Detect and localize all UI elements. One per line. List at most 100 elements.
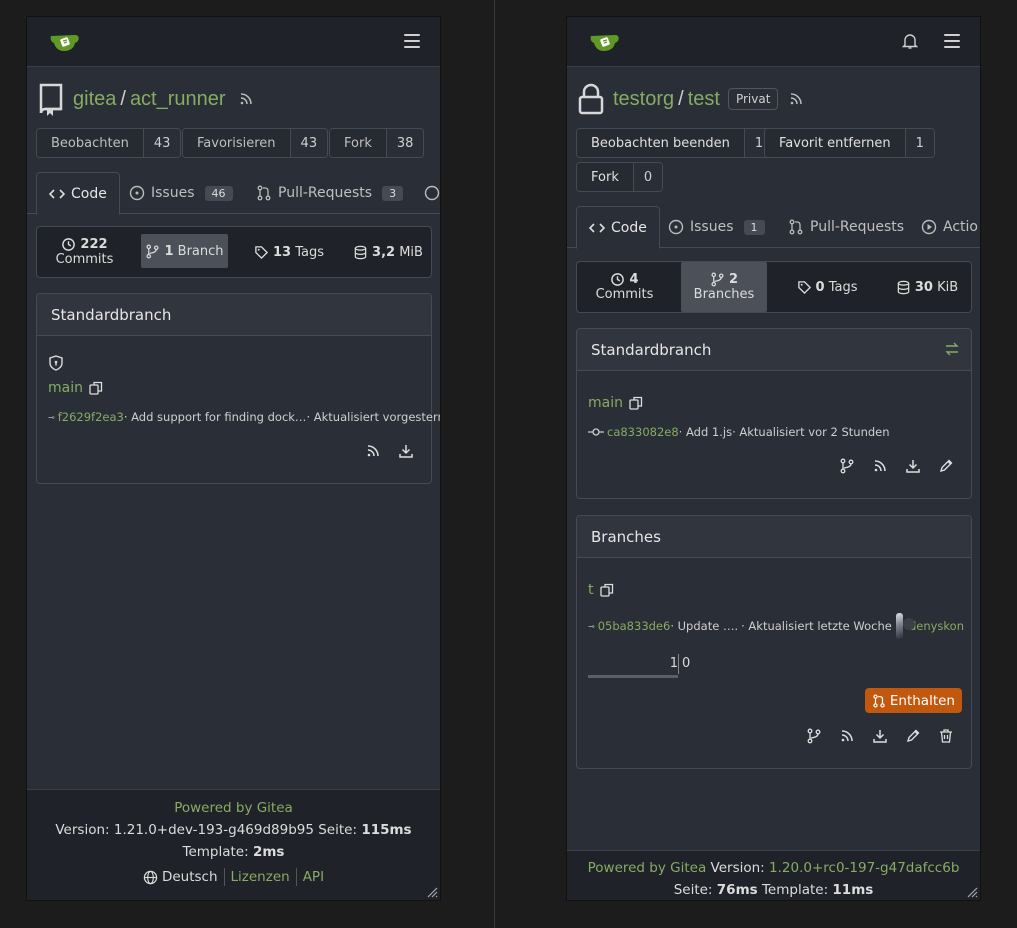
rss-icon[interactable] (365, 443, 381, 459)
commit-message[interactable]: · Add 1.js (679, 425, 732, 439)
commits-stat[interactable]: 4 Commits (577, 262, 672, 312)
fork-button-group[interactable]: Fork 38 (329, 128, 425, 158)
branches-stat[interactable]: 2 Branches (681, 262, 767, 312)
tags-stat[interactable]: 13 Tags (244, 227, 334, 277)
default-branch-title: Standardbranch (591, 340, 712, 359)
fork-button[interactable]: Fork (330, 129, 387, 157)
rss-icon[interactable] (872, 458, 888, 474)
timing-line: Seite: 76ms Template: 11ms (567, 882, 980, 898)
size-stat[interactable]: 30 KiB (883, 262, 971, 312)
tab-issues[interactable]: Issues 1 (668, 206, 765, 248)
branches-box: Branches t ⊸ 05ba833de6 · Update …. · Ak… (576, 515, 972, 769)
trash-icon[interactable] (938, 728, 954, 744)
resize-handle-icon[interactable] (966, 886, 978, 898)
create-branch-icon[interactable] (806, 728, 822, 744)
menu-icon[interactable] (944, 34, 960, 48)
rss-icon[interactable] (788, 91, 804, 107)
watch-button-group[interactable]: Beobachten 43 (36, 128, 182, 158)
commit-sha-link[interactable]: 05ba833de6 (598, 619, 671, 633)
copy-icon[interactable] (599, 583, 614, 597)
tab-issues[interactable]: Issues 46 (129, 172, 233, 214)
tab-code[interactable]: Code (36, 172, 120, 215)
repo-owner-link[interactable]: testorg (613, 88, 674, 111)
star-count[interactable]: 1 (905, 129, 934, 157)
commit-message[interactable]: · Add support for finding dock… (124, 410, 307, 424)
lock-icon (578, 83, 604, 115)
fork-count[interactable]: 0 (633, 163, 663, 191)
commit-updated: · Aktualisiert vorgestern (306, 410, 441, 424)
resize-handle-icon[interactable] (426, 886, 438, 898)
branches-stat[interactable]: 1 Branch (141, 234, 228, 268)
default-branch-name[interactable]: main (588, 395, 643, 411)
branches-header: Branches (577, 516, 971, 558)
unwatch-button-group[interactable]: Beobachten beenden 1 (576, 128, 775, 158)
copy-icon[interactable] (629, 396, 643, 410)
copy-icon[interactable] (89, 381, 103, 395)
gitea-logo-icon[interactable] (589, 31, 621, 53)
default-branch-name[interactable]: main (48, 380, 103, 396)
powered-by-link[interactable]: Powered by Gitea (588, 860, 707, 876)
branch-item-name[interactable]: t (588, 582, 614, 598)
unstar-button-group[interactable]: Favorit entfernen 1 (764, 128, 935, 158)
download-icon[interactable] (398, 443, 414, 459)
default-branch-title: Standardbranch (51, 305, 172, 324)
rss-icon[interactable] (238, 91, 254, 107)
edit-pencil-icon[interactable] (938, 458, 954, 474)
star-button[interactable]: Favorisieren (183, 129, 291, 157)
commit-sha-link[interactable]: ca833082e8 (607, 425, 679, 439)
tags-stat[interactable]: 0 Tags (782, 262, 872, 312)
included-pr-button[interactable]: Enthalten (864, 688, 962, 713)
notification-bell-icon[interactable] (902, 32, 918, 50)
star-count[interactable]: 43 (290, 129, 328, 157)
code-icon (49, 188, 65, 199)
unstar-button[interactable]: Favorit entfernen (765, 129, 906, 157)
author-link[interactable]: denyskon (909, 619, 964, 633)
version-link[interactable]: 1.20.0+rc0-197-g47dafcc6b (769, 860, 959, 876)
edit-pencil-icon[interactable] (905, 728, 921, 744)
repo-name-link[interactable]: act_runner (130, 88, 226, 111)
download-icon[interactable] (905, 458, 921, 474)
watch-button[interactable]: Beobachten (37, 129, 144, 157)
size-stat[interactable]: 3,2 MiB (345, 227, 431, 277)
tab-pull-requests[interactable]: Pull-Requests 3 (256, 172, 404, 214)
branch-name-text[interactable]: main (48, 380, 83, 396)
fork-count[interactable]: 38 (386, 129, 424, 157)
version-label: Version: (706, 860, 770, 876)
fork-button-group[interactable]: Fork 0 (576, 162, 664, 192)
commit-message[interactable]: · Update …. (670, 619, 738, 633)
repo-owner-link[interactable]: gitea (73, 88, 116, 111)
default-branch-box: Standardbranch main ca833082e8 · Add 1.j… (576, 328, 972, 499)
commit-updated: · Aktualisiert vor 2 Stunden (732, 425, 890, 439)
commit-sha-link[interactable]: f2629f2ea3 (58, 410, 124, 424)
api-link[interactable]: API (303, 869, 324, 885)
branch-name-text[interactable]: t (588, 582, 594, 598)
tab-actions[interactable]: Actio (921, 206, 978, 248)
commit-summary: ca833082e8 · Add 1.js · Aktualisiert vor… (588, 425, 890, 439)
star-button-group[interactable]: Favorisieren 43 (182, 128, 329, 158)
tab-code[interactable]: Code (576, 206, 660, 249)
powered-by-link[interactable]: Powered by Gitea (27, 800, 440, 816)
download-icon[interactable] (872, 728, 888, 744)
rss-icon[interactable] (839, 728, 855, 744)
default-branch-header: Standardbranch (577, 329, 971, 371)
tab-actions[interactable] (424, 172, 440, 214)
licenses-link[interactable]: Lizenzen (231, 869, 290, 885)
branches-title: Branches (591, 527, 661, 546)
watch-count[interactable]: 43 (143, 129, 181, 157)
branch-actions (822, 458, 954, 474)
play-icon (921, 219, 937, 235)
tab-pull-requests[interactable]: Pull-Requests (788, 206, 904, 248)
avatar[interactable] (895, 613, 915, 639)
issues-count-badge: 1 (743, 219, 765, 235)
commits-stat[interactable]: 222 Commits (37, 227, 132, 277)
unwatch-button[interactable]: Beobachten beenden (577, 129, 745, 157)
switch-default-branch-icon[interactable] (945, 342, 959, 356)
repo-name-link[interactable]: test (688, 88, 720, 111)
gitea-logo-icon[interactable] (49, 31, 81, 53)
issue-icon (668, 219, 684, 235)
create-branch-icon[interactable] (839, 458, 855, 474)
fork-button[interactable]: Fork (577, 163, 634, 191)
branch-name-text[interactable]: main (588, 395, 623, 411)
menu-icon[interactable] (404, 34, 420, 48)
language-selector[interactable]: Deutsch (162, 869, 218, 885)
